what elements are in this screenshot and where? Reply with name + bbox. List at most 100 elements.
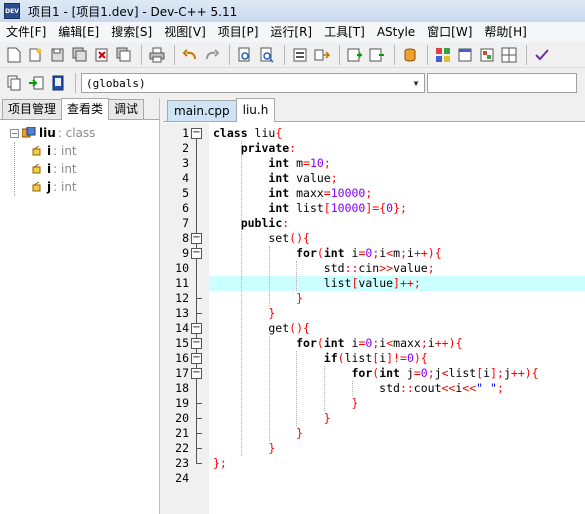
close-all-button[interactable] (114, 45, 134, 65)
code-token: } (268, 441, 276, 455)
code-token: = (413, 366, 421, 380)
code-token: i (407, 246, 414, 260)
code-token: list (213, 276, 352, 290)
menu-view[interactable]: 视图[V] (158, 22, 212, 42)
line-number: 17 (175, 366, 189, 380)
remove-from-project-button[interactable] (367, 45, 387, 65)
find-button[interactable] (235, 45, 255, 65)
tab-project[interactable]: 项目管理 (2, 99, 63, 119)
redo-button[interactable] (202, 45, 222, 65)
menu-project[interactable]: 项目[P] (212, 22, 265, 42)
tree-class-node[interactable]: − liu : class (10, 124, 159, 142)
save-icon (51, 48, 64, 61)
code-token: if (323, 351, 338, 365)
code-token: ; (427, 366, 435, 380)
undo-button[interactable] (180, 45, 200, 65)
window-button[interactable] (455, 45, 475, 65)
collapse-icon[interactable]: − (10, 128, 19, 138)
check-syntax-button[interactable] (532, 45, 552, 65)
code-token: } (296, 426, 304, 440)
new-file-button[interactable] (4, 45, 24, 65)
menu-tools[interactable]: 工具[T] (318, 22, 371, 42)
indent-guide (324, 366, 326, 411)
code-line: for(int j=0;j<list[i];j++){ (209, 366, 585, 381)
line-number: 20 (175, 411, 189, 425)
globals-select[interactable]: (globals) ▼ (81, 73, 425, 93)
menu-window[interactable]: 窗口[W] (421, 22, 478, 42)
replace-button[interactable] (257, 45, 277, 65)
code-line: int value; (209, 171, 585, 186)
code-token: j (503, 366, 511, 380)
code-token: 10000 (330, 186, 366, 200)
code-token: ]++; (393, 276, 421, 290)
code-line: set(){ (209, 231, 585, 246)
menu-file[interactable]: 文件[F] (0, 22, 52, 42)
code-editor[interactable]: class liu{ private: int m=10; int value;… (209, 123, 585, 514)
bookmark-icon (52, 75, 64, 91)
line-number: 3 (182, 156, 189, 170)
save-all-button[interactable] (70, 45, 90, 65)
fold-toggle-icon[interactable]: − (191, 368, 202, 379)
compile-button[interactable] (290, 45, 310, 65)
tree-member-node[interactable]: i : int (10, 160, 159, 178)
line-number-gutter: 1 2 3 4 5 6 7 8 9 10 11 12 13 14 15 16 17 18 19 20 21 22 23 24−… (163, 123, 209, 514)
close-file-button[interactable] (92, 45, 112, 65)
code-token: int (268, 171, 290, 185)
goto-declaration-button[interactable] (4, 73, 24, 93)
menu-edit[interactable]: 编辑[E] (52, 22, 105, 42)
undo-icon (182, 48, 196, 59)
add-to-project-icon (347, 48, 362, 61)
layout-tiles-button[interactable] (433, 45, 453, 65)
menu-bar: 文件[F] 编辑[E] 搜索[S] 视图[V] 项目[P] 运行[R] 工具[T… (0, 22, 585, 42)
menu-search[interactable]: 搜索[S] (105, 22, 158, 42)
find-icon (238, 47, 250, 61)
toolbar-separator (339, 44, 340, 65)
run-button[interactable] (312, 45, 332, 65)
tree-member-node[interactable]: j : int (10, 178, 159, 196)
menu-help[interactable]: 帮助[H] (478, 22, 532, 42)
open-file-button[interactable] (26, 45, 46, 65)
save-button[interactable] (48, 45, 68, 65)
insert-button[interactable] (26, 73, 46, 93)
fold-toggle-icon[interactable]: − (191, 323, 202, 334)
print-button[interactable] (147, 45, 167, 65)
class-browser-panel: 项目管理 查看类 调试 − liu : class i : int i : in… (0, 98, 160, 514)
fold-toggle-icon[interactable]: − (191, 353, 202, 364)
tab-debug[interactable]: 调试 (108, 99, 145, 119)
code-token: list (448, 366, 477, 380)
compile-icon (293, 48, 307, 61)
code-line: } (209, 411, 585, 426)
check-icon (535, 48, 549, 60)
fold-toggle-icon[interactable]: − (191, 233, 202, 244)
line-number: 8 (182, 231, 189, 245)
menu-run[interactable]: 运行[R] (264, 22, 318, 42)
fold-end-mark (196, 433, 202, 434)
code-token: j (399, 366, 414, 380)
members-select[interactable] (427, 73, 577, 93)
line-number: 5 (182, 186, 189, 200)
tree-member-node[interactable]: i : int (10, 142, 159, 160)
fold-toggle-icon[interactable]: − (191, 128, 202, 139)
toggle-bookmark-button[interactable] (48, 73, 68, 93)
fold-toggle-icon[interactable]: − (191, 338, 202, 349)
project-options-button[interactable] (400, 45, 420, 65)
tab-main-cpp[interactable]: main.cpp (167, 100, 237, 121)
window-title: 项目1 - [项目1.dev] - Dev-C++ 5.11 (28, 4, 238, 19)
grid-button[interactable] (499, 45, 519, 65)
code-token: for (296, 246, 317, 260)
tab-classes[interactable]: 查看类 (61, 98, 110, 120)
menu-astyle[interactable]: AStyle (371, 22, 421, 42)
tab-liu-h[interactable]: liu.h (235, 98, 276, 122)
full-screen-button[interactable] (477, 45, 497, 65)
code-token: ){ (413, 351, 428, 365)
line-number: 6 (182, 201, 189, 215)
add-to-project-button[interactable] (345, 45, 365, 65)
fold-end-mark (196, 448, 202, 449)
member-name: i (47, 162, 52, 176)
code-token: for (351, 366, 373, 380)
line-number: 2 (182, 141, 189, 155)
toolbar-separator (427, 44, 428, 65)
fold-toggle-icon[interactable]: − (191, 248, 202, 259)
line-number: 21 (175, 426, 189, 440)
